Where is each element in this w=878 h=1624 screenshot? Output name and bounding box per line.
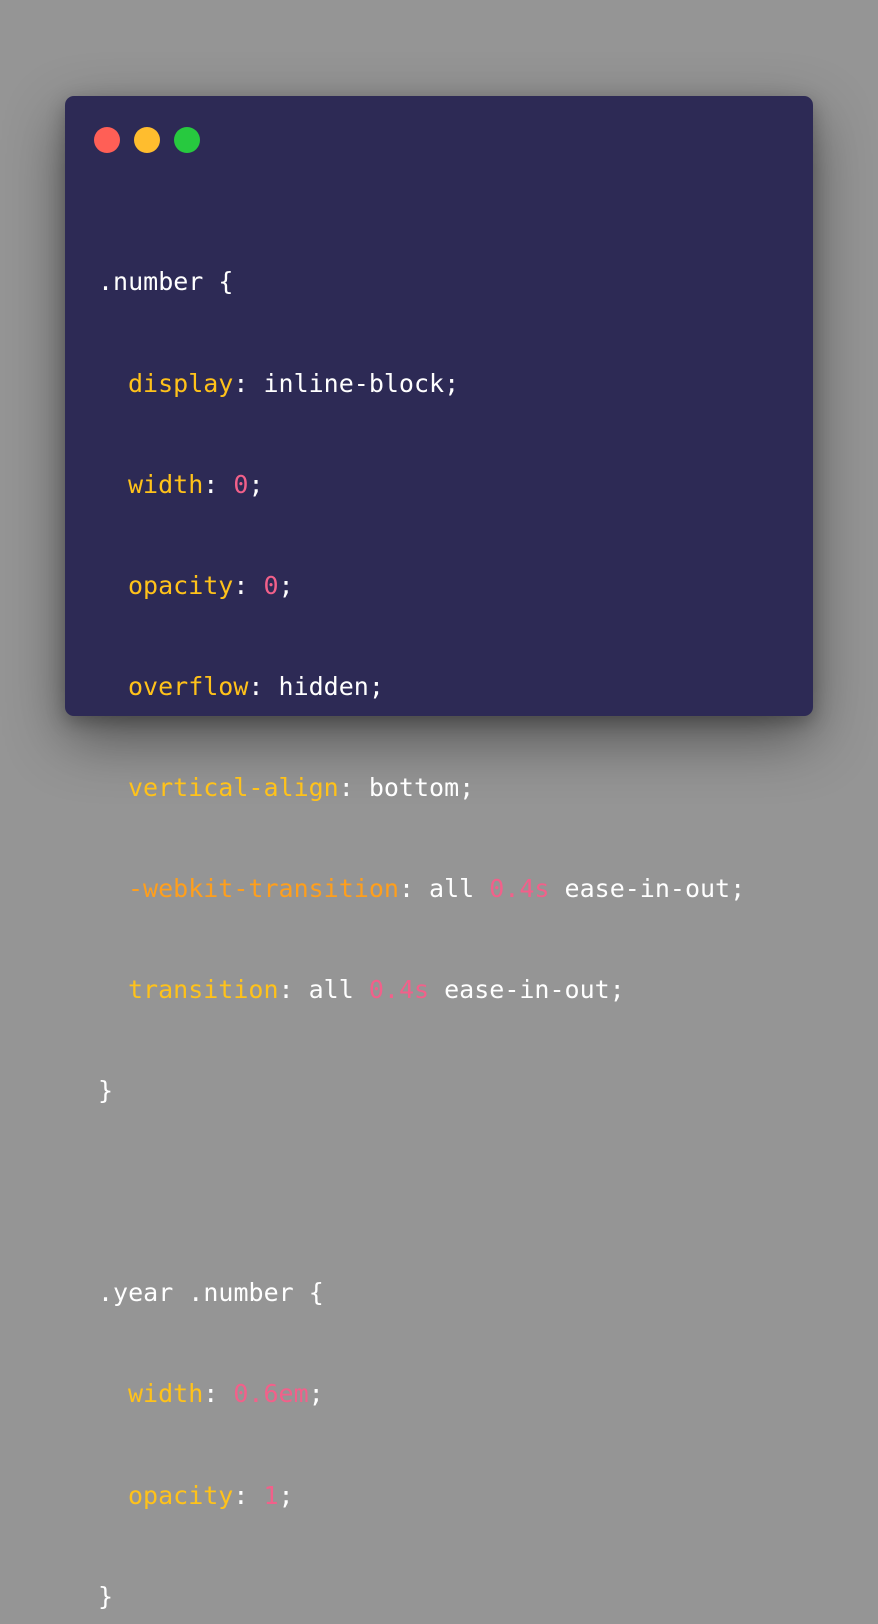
code-line: opacity: 1; — [98, 1479, 745, 1513]
property-name: vertical-align — [128, 772, 339, 802]
colon: : — [233, 570, 264, 600]
code-window: .number { display: inline-block; width: … — [65, 96, 813, 1611]
property-value: ease-in-out; — [429, 975, 625, 1005]
property-value: ease-in-out; — [549, 873, 746, 903]
property-name: width — [128, 1379, 204, 1409]
property-name: width — [128, 469, 204, 499]
semicolon: ; — [248, 469, 264, 499]
semicolon: ; — [278, 570, 294, 600]
code-line: } — [98, 1580, 745, 1614]
code-line: overflow: hidden; — [98, 670, 745, 704]
number-value: 0.6em — [233, 1379, 309, 1409]
colon: : — [233, 1480, 264, 1510]
semicolon: ; — [308, 1379, 324, 1409]
close-dot-icon[interactable] — [94, 127, 120, 153]
code-line: .number { — [98, 265, 745, 299]
code-line: -webkit-transition: all 0.4s ease-in-out… — [98, 872, 745, 906]
number-value: 1 — [263, 1480, 279, 1510]
semicolon: ; — [278, 1480, 294, 1510]
number-value: 0.4s — [368, 975, 430, 1005]
property-name: overflow — [128, 671, 249, 701]
closing-brace: } — [98, 1076, 114, 1106]
code-line: display: inline-block; — [98, 367, 745, 401]
selector: .number { — [98, 267, 234, 297]
closing-brace: } — [98, 1581, 114, 1611]
property-value: all — [308, 975, 369, 1005]
property-name: transition — [128, 975, 279, 1005]
semicolon: ; — [444, 368, 460, 398]
code-line: vertical-align: bottom; — [98, 771, 745, 805]
property-value: all — [429, 873, 490, 903]
number-value: 0.4s — [489, 873, 550, 903]
code-line: transition: all 0.4s ease-in-out; — [98, 973, 745, 1007]
code-line: width: 0; — [98, 468, 745, 502]
selector: .year .number { — [98, 1278, 324, 1308]
code-line: opacity: 0; — [98, 569, 745, 603]
semicolon: ; — [459, 772, 475, 802]
colon: : — [338, 772, 369, 802]
property-value: hidden — [278, 671, 369, 701]
property-value: inline-block — [263, 368, 445, 398]
minimize-dot-icon[interactable] — [134, 127, 160, 153]
colon: : — [203, 1379, 234, 1409]
colon: : — [248, 671, 279, 701]
property-name: opacity — [128, 1480, 234, 1510]
property-name: display — [128, 368, 234, 398]
code-line: .year .number { — [98, 1276, 745, 1310]
property-name: opacity — [128, 570, 234, 600]
code-line: width: 0.6em; — [98, 1377, 745, 1411]
number-value: 0 — [233, 469, 249, 499]
colon: : — [278, 975, 309, 1005]
number-value: 0 — [263, 570, 279, 600]
property-value: bottom — [368, 772, 460, 802]
colon: : — [398, 873, 430, 903]
colon: : — [203, 469, 234, 499]
colon: : — [233, 368, 264, 398]
semicolon: ; — [368, 671, 384, 701]
property-name: -webkit-transition — [128, 873, 399, 903]
code-block: .number { display: inline-block; width: … — [98, 198, 745, 1624]
maximize-dot-icon[interactable] — [174, 127, 200, 153]
code-line: } — [98, 1074, 745, 1108]
